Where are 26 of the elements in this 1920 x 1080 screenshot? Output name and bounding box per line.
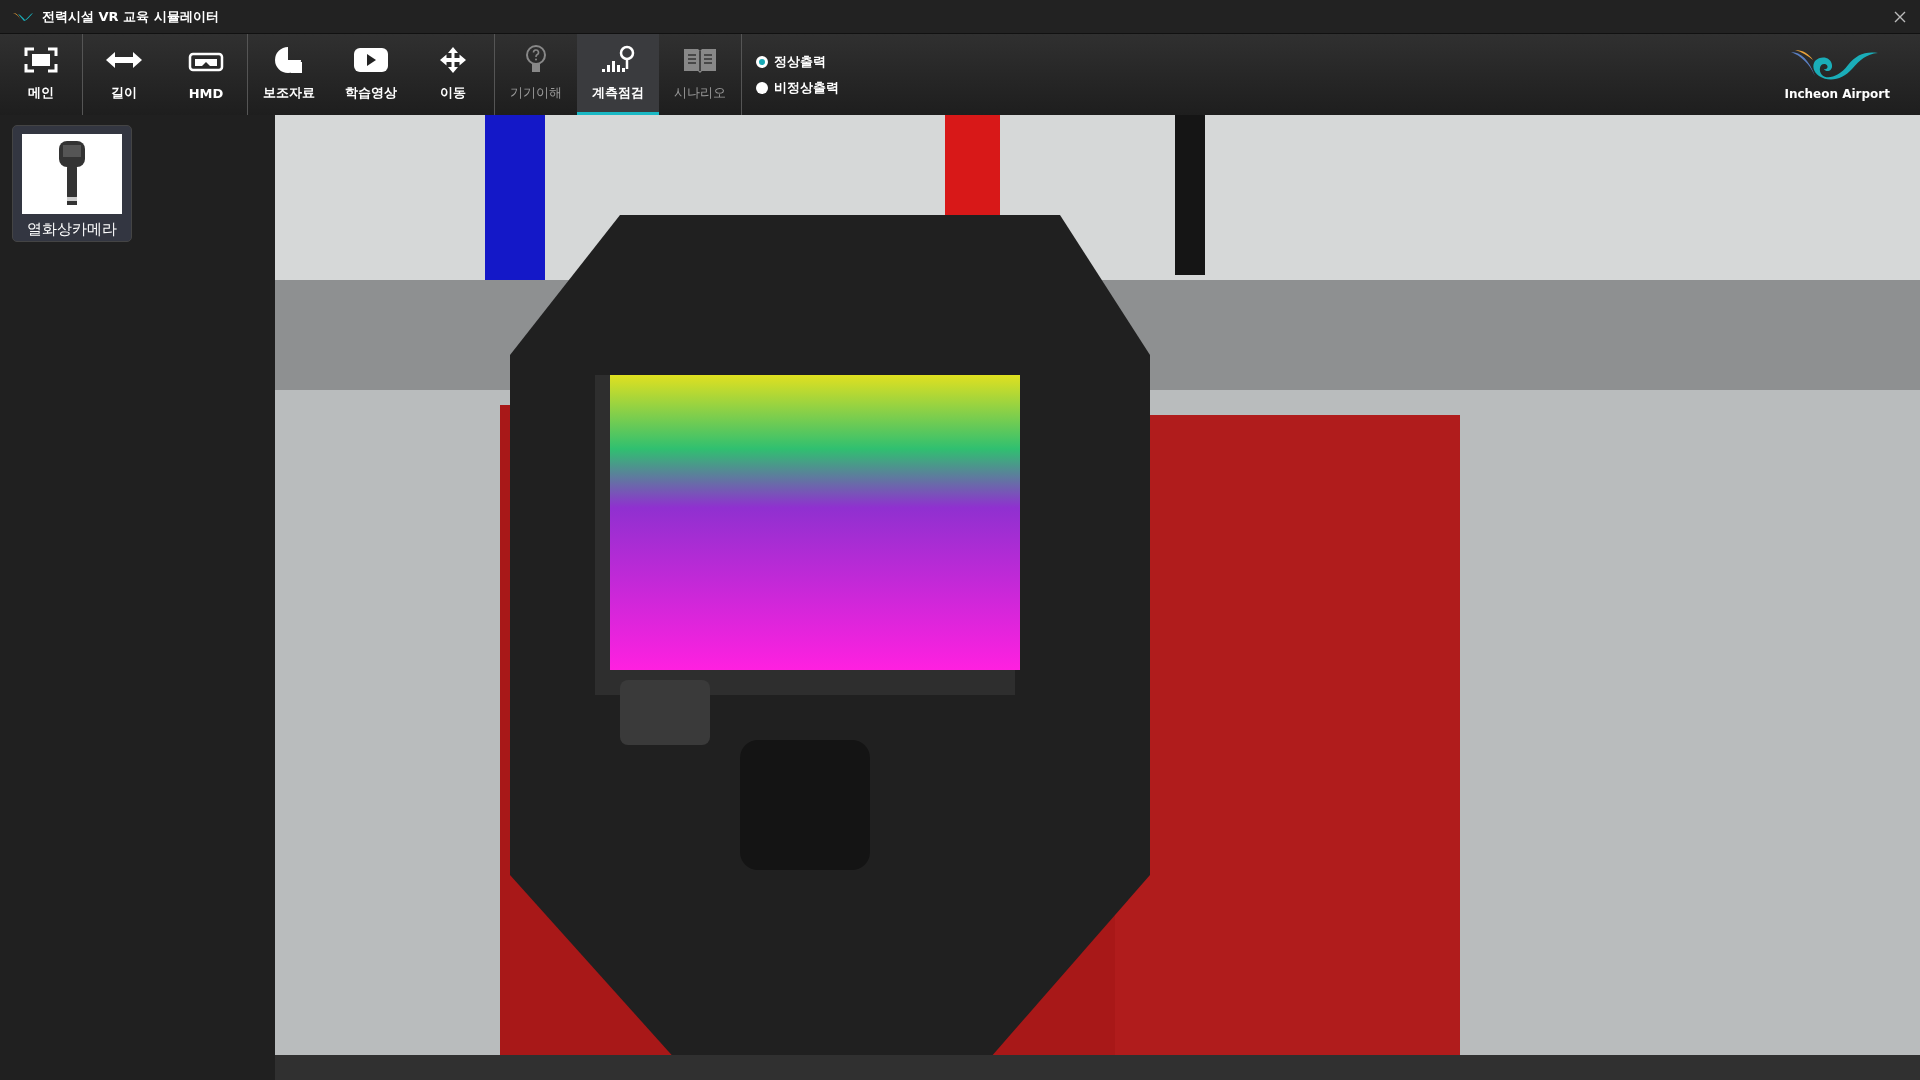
radio-dot[interactable] — [756, 55, 768, 68]
logo-text: Incheon Airport — [1784, 86, 1890, 101]
app-logo-icon — [12, 10, 34, 23]
tool-card[interactable]: 열화상카메라 — [12, 125, 132, 242]
radio-label: 비정상출력 — [774, 78, 839, 97]
double-arrow-icon — [105, 50, 143, 70]
vr-headset-icon — [188, 50, 224, 73]
radio-dot[interactable] — [756, 81, 768, 94]
radio-option[interactable]: 정상출력 — [756, 52, 839, 71]
toolbar-button[interactable]: 보조자료 — [248, 34, 330, 115]
toolbar-button[interactable]: 메인 — [0, 34, 82, 115]
fullscreen-icon — [24, 47, 58, 73]
toolbar-button[interactable]: HMD — [165, 34, 247, 115]
toolbar-button[interactable]: 학습영상 — [330, 34, 412, 115]
pie-chart-icon — [274, 45, 304, 75]
toolbar-button[interactable]: 계측점검 — [577, 34, 659, 115]
radio-option[interactable]: 비정상출력 — [756, 78, 839, 97]
move-icon — [439, 46, 467, 74]
book-icon — [682, 46, 718, 74]
level-meter-icon — [600, 45, 636, 75]
toolbar-button[interactable]: 이동 — [412, 34, 494, 115]
window-title: 전력시설 VR 교육 시뮬레이터 — [42, 7, 219, 26]
toolbar-button[interactable]: 길이 — [83, 34, 165, 115]
play-icon — [353, 47, 389, 73]
tool-label: 열화상카메라 — [27, 220, 117, 239]
radio-label: 정상출력 — [774, 52, 826, 71]
